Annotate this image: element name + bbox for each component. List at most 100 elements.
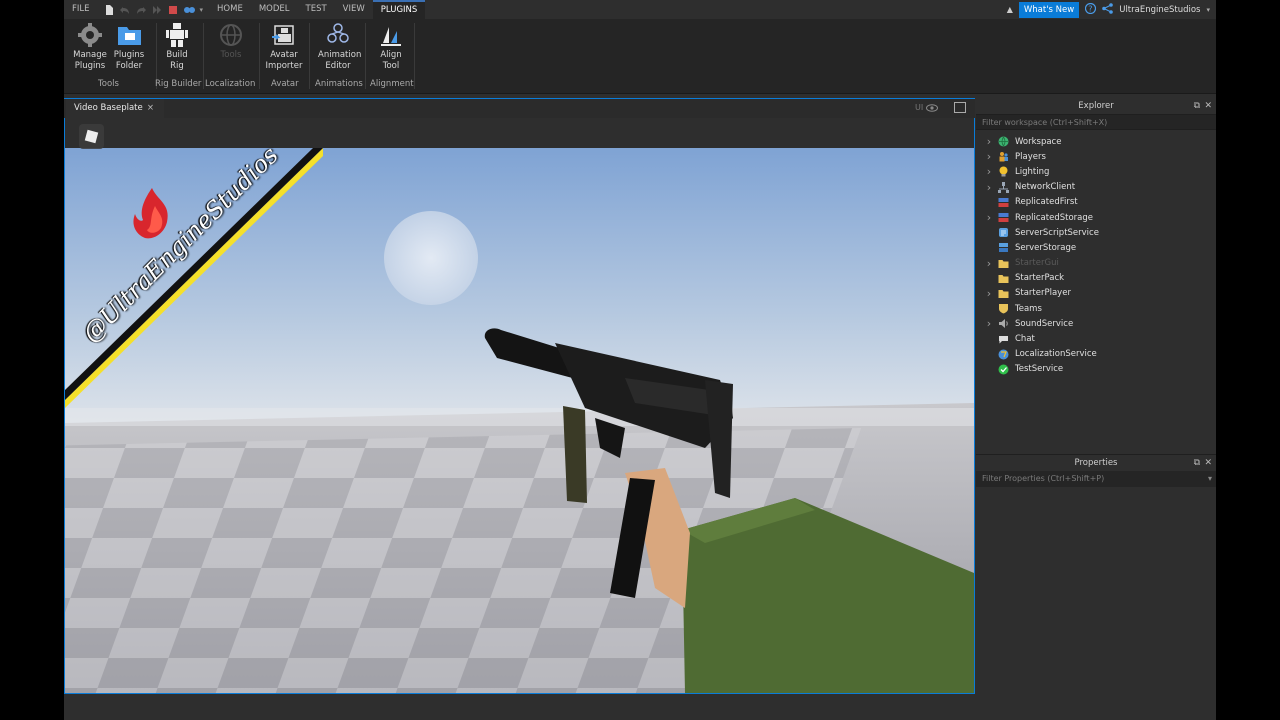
filter-dropdown-icon[interactable]: ▾: [1208, 471, 1212, 487]
server-storage-icon: [998, 242, 1009, 253]
plugins-folder-button[interactable]: Plugins Folder: [109, 23, 149, 72]
tab-view[interactable]: VIEW: [335, 0, 373, 19]
team-test-icon[interactable]: [183, 5, 195, 15]
tab-video-baseplate[interactable]: Video Baseplate ×: [66, 99, 164, 118]
avatar-importer-label: Avatar Importer: [265, 50, 303, 71]
teams-icon: [998, 303, 1009, 314]
explorer-item-lighting[interactable]: › Lighting: [976, 164, 1216, 179]
explorer-panel: Explorer ⧉ ✕ Filter workspace (Ctrl+Shif…: [976, 98, 1216, 453]
avatar-group-label: Avatar: [271, 79, 299, 89]
watermark-stripe: [65, 148, 323, 408]
collapse-ribbon-icon[interactable]: ▲: [1007, 5, 1013, 14]
user-name[interactable]: UltraEngineStudios: [1119, 5, 1200, 15]
avatar-importer-button[interactable]: Avatar Importer: [264, 23, 304, 72]
explorer-item-serverstorage[interactable]: ServerStorage: [976, 240, 1216, 255]
explorer-item-networkclient[interactable]: › NetworkClient: [976, 180, 1216, 195]
explorer-item-chat[interactable]: Chat: [976, 331, 1216, 346]
explorer-item-teams[interactable]: Teams: [976, 301, 1216, 316]
build-rig-button[interactable]: Build Rig: [157, 23, 197, 72]
align-tool-button[interactable]: Align Tool: [371, 23, 411, 72]
folder-icon: [998, 273, 1009, 284]
file-menu[interactable]: FILE: [64, 0, 98, 19]
plugins-folder-label: Plugins Folder: [113, 50, 145, 71]
ui-visibility-toggle[interactable]: UI: [915, 103, 938, 112]
svg-text:?: ?: [1089, 4, 1093, 13]
explorer-item-label: ReplicatedStorage: [1015, 212, 1093, 223]
rig-icon: [165, 23, 189, 47]
lightbulb-icon: [998, 166, 1009, 177]
localization-tools-button[interactable]: Tools: [211, 23, 251, 61]
user-dropdown-icon[interactable]: ▾: [1206, 6, 1210, 14]
check-icon: [998, 364, 1009, 375]
help-icon[interactable]: ?: [1085, 2, 1097, 17]
expand-chevron-icon[interactable]: ›: [984, 287, 994, 300]
explorer-filter-input[interactable]: Filter workspace (Ctrl+Shift+X): [976, 114, 1216, 130]
tab-model[interactable]: MODEL: [251, 0, 298, 19]
explorer-item-label: NetworkClient: [1015, 182, 1076, 193]
sound-icon: [998, 318, 1009, 329]
network-icon: [998, 181, 1009, 193]
properties-filter-placeholder: Filter Properties (Ctrl+Shift+P): [982, 474, 1105, 483]
quick-access-dropdown-icon[interactable]: ▾: [200, 6, 204, 14]
menu-right-controls: ▲ What's New ? UltraEngineStudios ▾: [1007, 0, 1210, 19]
explorer-item-replicatedstorage[interactable]: › ReplicatedStorage: [976, 210, 1216, 225]
undock-icon[interactable]: ⧉: [1194, 455, 1200, 471]
tab-title: Video Baseplate: [74, 103, 143, 113]
avatar-importer-icon: [272, 23, 296, 47]
close-icon[interactable]: ✕: [1204, 98, 1212, 114]
rig-builder-group-label: Rig Builder: [155, 79, 202, 89]
properties-panel: Properties ⧉ ✕ Filter Properties (Ctrl+S…: [976, 454, 1216, 695]
expand-chevron-icon[interactable]: ›: [984, 135, 994, 148]
explorer-item-players[interactable]: › Players: [976, 149, 1216, 164]
explorer-item-localizationservice[interactable]: LocalizationService: [976, 347, 1216, 362]
localization-group-label: Localization: [205, 79, 256, 89]
explorer-item-starterpack[interactable]: StarterPack: [976, 271, 1216, 286]
properties-filter-input[interactable]: Filter Properties (Ctrl+Shift+P) ▾: [976, 471, 1216, 487]
alignment-group-label: Alignment: [370, 79, 414, 89]
explorer-item-label: Workspace: [1015, 136, 1062, 147]
manage-plugins-button[interactable]: Manage Plugins: [70, 23, 110, 72]
folder-icon: [998, 258, 1009, 269]
replicated-storage-icon: [998, 212, 1009, 223]
tab-test[interactable]: TEST: [298, 0, 335, 19]
explorer-item-label: ServerStorage: [1015, 242, 1077, 253]
gear-icon: [78, 23, 102, 47]
undo-icon[interactable]: [119, 5, 130, 15]
expand-chevron-icon[interactable]: ›: [984, 181, 994, 194]
explorer-item-soundservice[interactable]: › SoundService: [976, 316, 1216, 331]
explorer-item-serverscriptservice[interactable]: ServerScriptService: [976, 225, 1216, 240]
3d-viewport[interactable]: @UltraEngineStudios: [64, 118, 975, 694]
explorer-item-label: StarterPlayer: [1015, 288, 1071, 299]
play-icon[interactable]: [152, 5, 162, 15]
explorer-item-replicatedfirst[interactable]: ReplicatedFirst: [976, 195, 1216, 210]
tab-plugins[interactable]: PLUGINS: [372, 0, 426, 19]
redo-icon[interactable]: [136, 5, 146, 15]
explorer-item-workspace[interactable]: › Workspace: [976, 134, 1216, 149]
whats-new-button[interactable]: What's New: [1018, 1, 1080, 18]
close-icon[interactable]: ✕: [1204, 455, 1212, 471]
new-file-icon[interactable]: [104, 4, 114, 15]
maximize-viewport-icon[interactable]: [954, 102, 966, 113]
group-separator: [414, 23, 415, 89]
close-tab-icon[interactable]: ×: [147, 99, 154, 118]
explorer-item-startergui[interactable]: › StarterGui: [976, 256, 1216, 271]
stop-icon[interactable]: [168, 5, 178, 15]
group-separator: [203, 23, 204, 89]
explorer-item-testservice[interactable]: TestService: [976, 362, 1216, 377]
quick-access-toolbar: ▾: [98, 4, 210, 15]
expand-chevron-icon[interactable]: ›: [984, 317, 994, 330]
roblox-menu-button[interactable]: [79, 124, 104, 149]
expand-chevron-icon[interactable]: ›: [984, 257, 994, 270]
expand-chevron-icon[interactable]: ›: [984, 165, 994, 178]
share-icon[interactable]: [1102, 2, 1114, 17]
animation-editor-button[interactable]: Animation Editor: [318, 23, 361, 72]
expand-chevron-icon[interactable]: ›: [984, 150, 994, 163]
expand-chevron-icon[interactable]: ›: [984, 211, 994, 224]
explorer-item-label: StarterPack: [1015, 273, 1065, 284]
explorer-item-starterplayer[interactable]: › StarterPlayer: [976, 286, 1216, 301]
undock-icon[interactable]: ⧉: [1194, 98, 1200, 114]
plugins-ribbon: Manage Plugins Plugins Folder Tools Buil…: [64, 19, 1216, 94]
tab-home[interactable]: HOME: [209, 0, 251, 19]
eye-icon: [925, 103, 938, 112]
explorer-item-label: Lighting: [1015, 166, 1050, 177]
